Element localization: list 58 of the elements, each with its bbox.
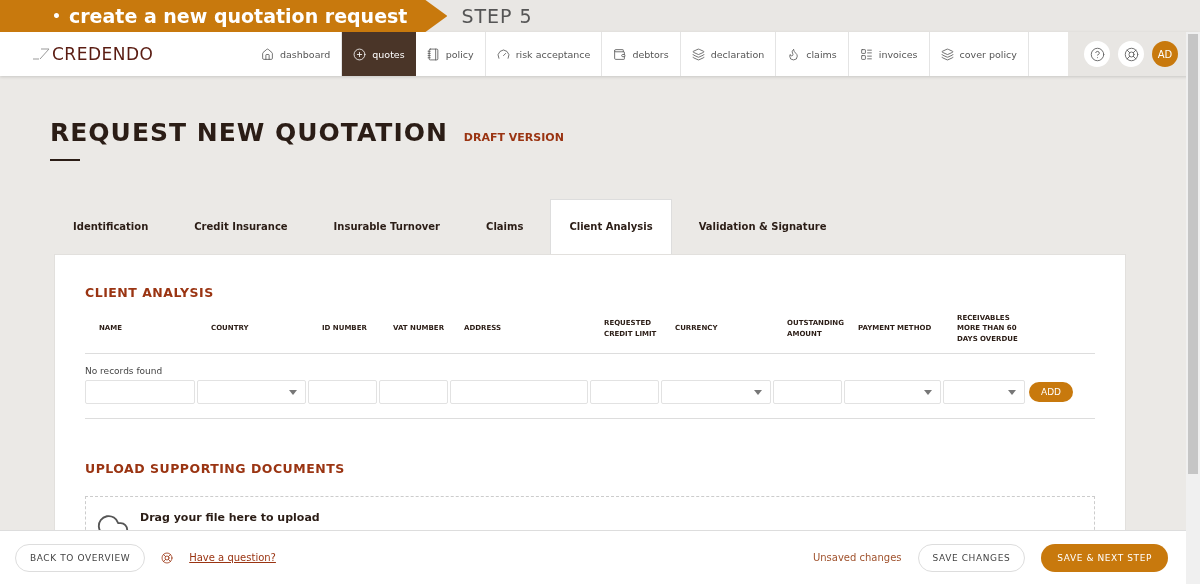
section-title: CLIENT ANALYSIS	[85, 285, 215, 300]
caret-icon	[924, 389, 932, 395]
tab[interactable]: Credit Insurance	[175, 199, 307, 254]
input-field[interactable]	[85, 380, 195, 404]
drop-text: Drag your file here to upload	[140, 511, 320, 526]
plus-circle-icon	[353, 47, 367, 61]
empty-message: No records found	[85, 366, 164, 376]
select-field[interactable]	[844, 380, 941, 404]
input-field[interactable]	[308, 380, 377, 404]
tab[interactable]: Client Analysis	[550, 199, 672, 254]
tab[interactable]: Claims	[467, 199, 543, 254]
caret-icon	[1008, 389, 1016, 395]
lifebuoy-icon	[161, 551, 174, 564]
bullet: •	[52, 8, 61, 24]
step-label: STEP 5	[461, 5, 533, 27]
scrollbar[interactable]	[1186, 32, 1200, 584]
list-icon	[859, 47, 873, 61]
caret-icon	[754, 389, 762, 395]
notebook-icon	[426, 47, 440, 61]
tab[interactable]: Insurable Turnover	[314, 199, 460, 254]
nav-item[interactable]: quotes	[342, 32, 416, 76]
back-button[interactable]: BACK TO OVERVIEW	[15, 543, 146, 572]
input-field[interactable]	[590, 380, 659, 404]
tab[interactable]: Validation & Signature	[679, 199, 846, 254]
home-icon	[261, 47, 274, 61]
input-field[interactable]	[379, 380, 448, 404]
save-button[interactable]: SAVE CHANGES	[917, 543, 1026, 572]
help-icon	[1089, 46, 1105, 62]
nav-item[interactable]: debtors	[602, 32, 681, 76]
wallet-icon	[613, 47, 627, 61]
nav-item[interactable]: claims	[776, 32, 849, 76]
layers-icon	[691, 47, 705, 61]
help-link[interactable]: Have a question?	[189, 552, 276, 563]
select-field[interactable]	[661, 380, 771, 404]
caret-icon	[289, 389, 297, 395]
input-field[interactable]	[773, 380, 842, 404]
nav-item[interactable]: cover policy	[929, 32, 1029, 76]
logo[interactable]: CREDENDO	[52, 44, 154, 64]
lifebuoy-button[interactable]	[1118, 41, 1144, 67]
lifebuoy-icon	[1123, 46, 1139, 62]
logo-icon	[32, 48, 50, 60]
input-field[interactable]	[450, 380, 588, 404]
page-title: REQUEST NEW QUOTATION	[50, 118, 448, 147]
status-text: Unsaved changes	[812, 552, 902, 563]
tab[interactable]: Identification	[54, 199, 168, 254]
nav-item[interactable]: policy	[415, 32, 486, 76]
gauge-icon	[496, 47, 510, 61]
select-field[interactable]	[943, 380, 1025, 404]
flame-icon	[787, 47, 801, 61]
nav-item[interactable]: declaration	[680, 32, 777, 76]
help-button[interactable]	[1084, 41, 1110, 67]
draft-label: DRAFT VERSION	[463, 131, 564, 144]
layers-icon	[940, 47, 954, 61]
select-field[interactable]	[197, 380, 306, 404]
nav-item[interactable]: invoices	[848, 32, 930, 76]
section-title: UPLOAD SUPPORTING DOCUMENTS	[85, 461, 346, 476]
nav-item[interactable]: risk acceptance	[485, 32, 603, 76]
banner-title: create a new quotation request	[68, 5, 408, 27]
